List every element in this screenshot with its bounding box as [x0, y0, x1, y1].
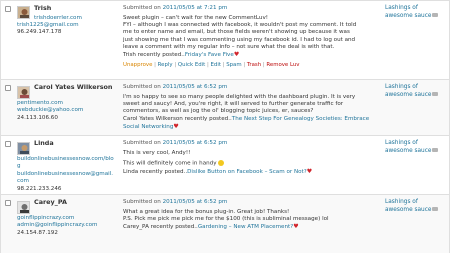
- avatar-icon: [17, 6, 30, 19]
- spam-link[interactable]: Spam: [226, 62, 241, 68]
- comment-author[interactable]: Carol Yates Wilkerson: [34, 83, 114, 92]
- edit-link[interactable]: Edit: [211, 62, 221, 68]
- post-title-link[interactable]: Lashings of awesome sauce: [385, 5, 431, 19]
- post-title-link[interactable]: Lashings of awesome sauce: [385, 199, 431, 213]
- heart-icon: ♥: [293, 223, 299, 231]
- recent-post-link[interactable]: Friday's Fave Five: [185, 52, 234, 58]
- submitted-on: Submitted on 2011/05/05 at 7:21 pm: [123, 5, 228, 11]
- comment-date-link[interactable]: 2011/05/05 at 7:21 pm: [163, 5, 228, 11]
- comment-author[interactable]: Trish: [34, 4, 51, 13]
- comments-list: Trish trishdoerrler.com trish1225@gmail.…: [0, 0, 450, 253]
- comment-date-link[interactable]: 2011/05/05 at 6:52 pm: [163, 84, 228, 90]
- row-actions: Unapprove | Reply | Quick Edit | Edit | …: [123, 62, 300, 69]
- comment-checkbox[interactable]: [5, 200, 11, 206]
- comment-author[interactable]: Linda: [34, 139, 54, 148]
- author-email[interactable]: admin@goinflippincrazy.com: [17, 222, 115, 229]
- author-url[interactable]: pentimento.com: [17, 100, 115, 107]
- heart-icon: ♥: [306, 167, 313, 175]
- author-email[interactable]: webduckie@yahoo.com: [17, 107, 115, 114]
- comment-row: Trish trishdoerrler.com trish1225@gmail.…: [1, 1, 449, 80]
- author-ip[interactable]: 96.249.147.178: [17, 29, 115, 36]
- trash-link[interactable]: Trash: [247, 62, 261, 68]
- submitted-on: Submitted on 2011/05/05 at 6:52 pm: [123, 140, 228, 146]
- recent-post-link[interactable]: Dislike Button on Facebook – Scam or Not…: [187, 169, 307, 175]
- author-email[interactable]: buildonlinebusinessesnow@gmail.com: [17, 171, 115, 186]
- author-ip[interactable]: 24.154.87.192: [17, 230, 115, 237]
- comment-author[interactable]: Carey_PA: [34, 198, 67, 207]
- response-to: Lashings of awesome sauce: [385, 5, 447, 20]
- comment-text: This is very cool, Andy!! This will defi…: [123, 150, 313, 175]
- comment-content: Submitted on 2011/05/05 at 7:21 pm Sweet…: [123, 5, 381, 69]
- author-ip[interactable]: 24.113.106.60: [17, 115, 115, 122]
- comment-row: Linda buildonlinebusinessesnow.com/blog …: [1, 136, 449, 195]
- submitted-on: Submitted on 2011/05/05 at 6:52 pm: [123, 84, 228, 90]
- response-to: Lashings of awesome sauce: [385, 199, 447, 214]
- heart-icon: ♥: [233, 50, 240, 58]
- comment-bubble-icon[interactable]: [432, 13, 439, 18]
- author-ip[interactable]: 98.221.233.246: [17, 186, 115, 193]
- comment-text: Sweet plugin – can't wait for the new Co…: [123, 15, 357, 58]
- smiley-icon: [218, 160, 225, 167]
- author-url[interactable]: buildonlinebusinessesnow.com/blog: [17, 156, 115, 171]
- comment-row: Carol Yates Wilkerson pentimento.com web…: [1, 80, 449, 136]
- comment-bubble-icon[interactable]: [432, 207, 439, 212]
- comment-date-link[interactable]: 2011/05/05 at 6:52 pm: [163, 140, 228, 146]
- post-title-link[interactable]: Lashings of awesome sauce: [385, 140, 431, 154]
- comment-date-link[interactable]: 2011/05/05 at 6:52 pm: [163, 199, 228, 205]
- reply-link[interactable]: Reply: [158, 62, 173, 68]
- comment-bubble-icon[interactable]: [432, 148, 439, 153]
- avatar-icon: [17, 201, 30, 214]
- comment-text: What a great idea for the bonus plug-in.…: [123, 209, 329, 231]
- recent-post-link[interactable]: Gardening – New ATM Placement?: [198, 224, 293, 230]
- comment-checkbox[interactable]: [5, 85, 11, 91]
- quick-edit-link[interactable]: Quick Edit: [178, 62, 205, 68]
- comment-content: Submitted on 2011/05/05 at 6:52 pm This …: [123, 140, 381, 176]
- comment-checkbox[interactable]: [5, 6, 11, 12]
- heart-icon: ♥: [173, 122, 179, 130]
- avatar-icon: [17, 142, 30, 155]
- author-url[interactable]: goinflippincrazy.com: [17, 215, 115, 222]
- unapprove-link[interactable]: Unapprove: [123, 62, 152, 68]
- response-to: Lashings of awesome sauce: [385, 84, 447, 99]
- comment-row: Carey_PA goinflippincrazy.com admin@goin…: [1, 195, 449, 253]
- comment-content: Submitted on 2011/05/05 at 6:52 pm What …: [123, 199, 381, 232]
- comment-bubble-icon[interactable]: [432, 92, 439, 97]
- comment-content: Submitted on 2011/05/05 at 6:52 pm I'm s…: [123, 84, 381, 131]
- author-email[interactable]: trish1225@gmail.com: [17, 22, 115, 29]
- comment-text: I'm so happy to see so many people delig…: [123, 94, 370, 130]
- remove-luv-link[interactable]: Remove Luv: [266, 62, 299, 68]
- post-title-link[interactable]: Lashings of awesome sauce: [385, 84, 431, 98]
- avatar-icon: [17, 86, 30, 99]
- submitted-on: Submitted on 2011/05/05 at 6:52 pm: [123, 199, 228, 205]
- comment-checkbox[interactable]: [5, 141, 11, 147]
- response-to: Lashings of awesome sauce: [385, 140, 447, 155]
